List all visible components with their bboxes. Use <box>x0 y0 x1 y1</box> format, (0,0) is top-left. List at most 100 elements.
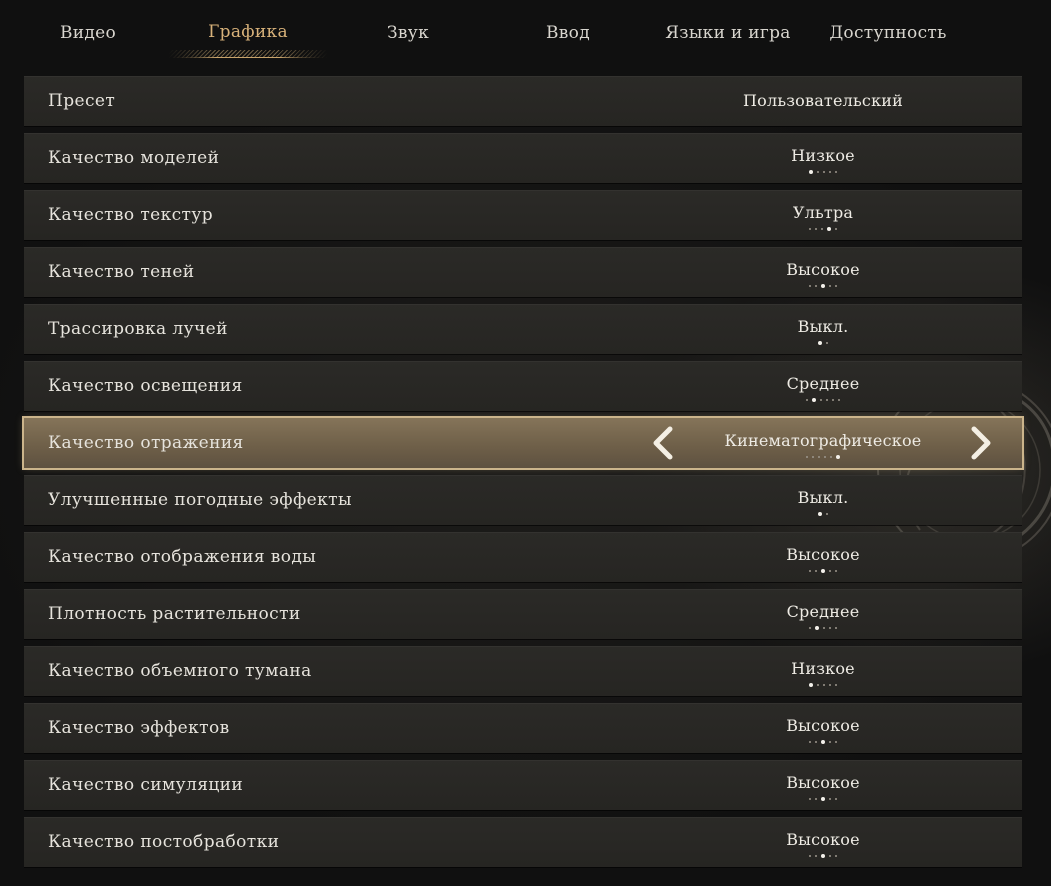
level-dot <box>835 741 837 743</box>
settings-tabs: Видео Графика Звук Ввод Языки и игра Дос… <box>0 0 1051 66</box>
level-dot <box>829 570 831 572</box>
tab-graphics[interactable]: Графика <box>168 0 328 66</box>
level-dot <box>815 798 817 800</box>
level-dot <box>818 456 820 458</box>
active-tab-underline <box>168 50 328 58</box>
setting-row[interactable]: Качество объемного тумана Низкое <box>24 646 1022 696</box>
level-dot <box>806 399 808 401</box>
setting-label: Качество освещения <box>48 376 243 396</box>
setting-label: Пресет <box>48 91 116 111</box>
level-indicator <box>644 169 1002 175</box>
level-dot <box>815 228 817 230</box>
setting-row[interactable]: Качество отражения Кинематографическое <box>24 418 1022 468</box>
level-dot <box>809 855 811 857</box>
level-dot <box>809 627 811 629</box>
setting-label: Качество отражения <box>48 433 244 453</box>
tab-languages-game[interactable]: Языки и игра <box>656 0 800 66</box>
level-dot-active <box>827 227 831 231</box>
setting-row[interactable]: Пресет Пользовательский <box>24 76 1022 126</box>
level-dot <box>815 741 817 743</box>
setting-row[interactable]: Качество текстур Ультра <box>24 190 1022 240</box>
level-indicator <box>644 739 1002 745</box>
setting-label: Трассировка лучей <box>48 319 228 339</box>
setting-label: Качество отображения воды <box>48 547 317 567</box>
setting-row[interactable]: Качество симуляции Высокое <box>24 760 1022 810</box>
level-dot-active <box>821 284 825 288</box>
setting-row[interactable]: Плотность растительности Среднее <box>24 589 1022 639</box>
level-dot-active <box>821 854 825 858</box>
level-dot-active <box>818 512 822 516</box>
setting-value: Среднее <box>786 374 860 393</box>
setting-label: Качество симуляции <box>48 775 244 795</box>
level-dot <box>829 627 831 629</box>
level-indicator <box>644 796 1002 802</box>
setting-value: Выкл. <box>797 488 849 507</box>
level-dot <box>826 513 828 515</box>
setting-value: Ультра <box>792 203 854 222</box>
tab-video[interactable]: Видео <box>38 0 138 66</box>
level-dot <box>823 684 825 686</box>
level-dot <box>835 171 837 173</box>
level-dot <box>823 171 825 173</box>
setting-value: Низкое <box>791 659 855 678</box>
setting-label: Улучшенные погодные эффекты <box>48 490 352 510</box>
level-dot-active <box>809 683 813 687</box>
setting-row[interactable]: Качество постобработки Высокое <box>24 817 1022 867</box>
setting-row[interactable]: Качество эффектов Высокое <box>24 703 1022 753</box>
level-dot-active <box>821 797 825 801</box>
level-dot <box>835 684 837 686</box>
level-dot <box>809 570 811 572</box>
setting-row[interactable]: Качество отображения воды Высокое <box>24 532 1022 582</box>
level-dot <box>809 228 811 230</box>
level-dot <box>823 627 825 629</box>
tab-input[interactable]: Ввод <box>518 0 618 66</box>
setting-value: Пользовательский <box>742 91 904 110</box>
level-dot-active <box>812 398 816 402</box>
setting-label: Качество объемного тумана <box>48 661 312 681</box>
setting-row[interactable]: Качество теней Высокое <box>24 247 1022 297</box>
level-dot <box>829 741 831 743</box>
level-dot <box>835 285 837 287</box>
setting-value: Высокое <box>786 830 860 849</box>
level-dot <box>806 456 808 458</box>
setting-label: Качество постобработки <box>48 832 280 852</box>
level-dot <box>820 399 822 401</box>
setting-value: Низкое <box>791 146 855 165</box>
setting-row[interactable]: Качество моделей Низкое <box>24 133 1022 183</box>
level-dot <box>829 855 831 857</box>
level-indicator <box>644 511 1002 517</box>
tab-sound[interactable]: Звук <box>358 0 458 66</box>
level-indicator <box>644 283 1002 289</box>
level-dot <box>835 570 837 572</box>
level-dot-active <box>836 455 840 459</box>
setting-label: Качество моделей <box>48 148 220 168</box>
level-indicator <box>644 226 1002 232</box>
setting-value: Высокое <box>786 773 860 792</box>
tab-label: Графика <box>208 22 288 42</box>
setting-value: Среднее <box>786 602 860 621</box>
level-dot <box>838 399 840 401</box>
level-dot-active <box>821 569 825 573</box>
chevron-left-icon[interactable] <box>650 426 678 460</box>
level-dot <box>829 684 831 686</box>
setting-row[interactable]: Качество освещения Среднее <box>24 361 1022 411</box>
tab-accessibility[interactable]: Доступность <box>820 0 956 66</box>
level-indicator <box>644 682 1002 688</box>
level-dot <box>809 741 811 743</box>
tab-label: Звук <box>387 23 429 43</box>
level-dot-active <box>809 170 813 174</box>
setting-row[interactable]: Улучшенные погодные эффекты Выкл. <box>24 475 1022 525</box>
setting-row[interactable]: Трассировка лучей Выкл. <box>24 304 1022 354</box>
level-indicator <box>644 568 1002 574</box>
level-dot <box>835 798 837 800</box>
level-dot <box>809 285 811 287</box>
level-dot <box>821 228 823 230</box>
level-dot <box>817 684 819 686</box>
tab-label: Языки и игра <box>665 23 791 43</box>
setting-label: Плотность растительности <box>48 604 301 624</box>
level-dot <box>829 798 831 800</box>
level-dot-active <box>821 740 825 744</box>
chevron-right-icon[interactable] <box>966 426 994 460</box>
level-indicator <box>644 340 1002 346</box>
tab-label: Доступность <box>829 23 947 43</box>
